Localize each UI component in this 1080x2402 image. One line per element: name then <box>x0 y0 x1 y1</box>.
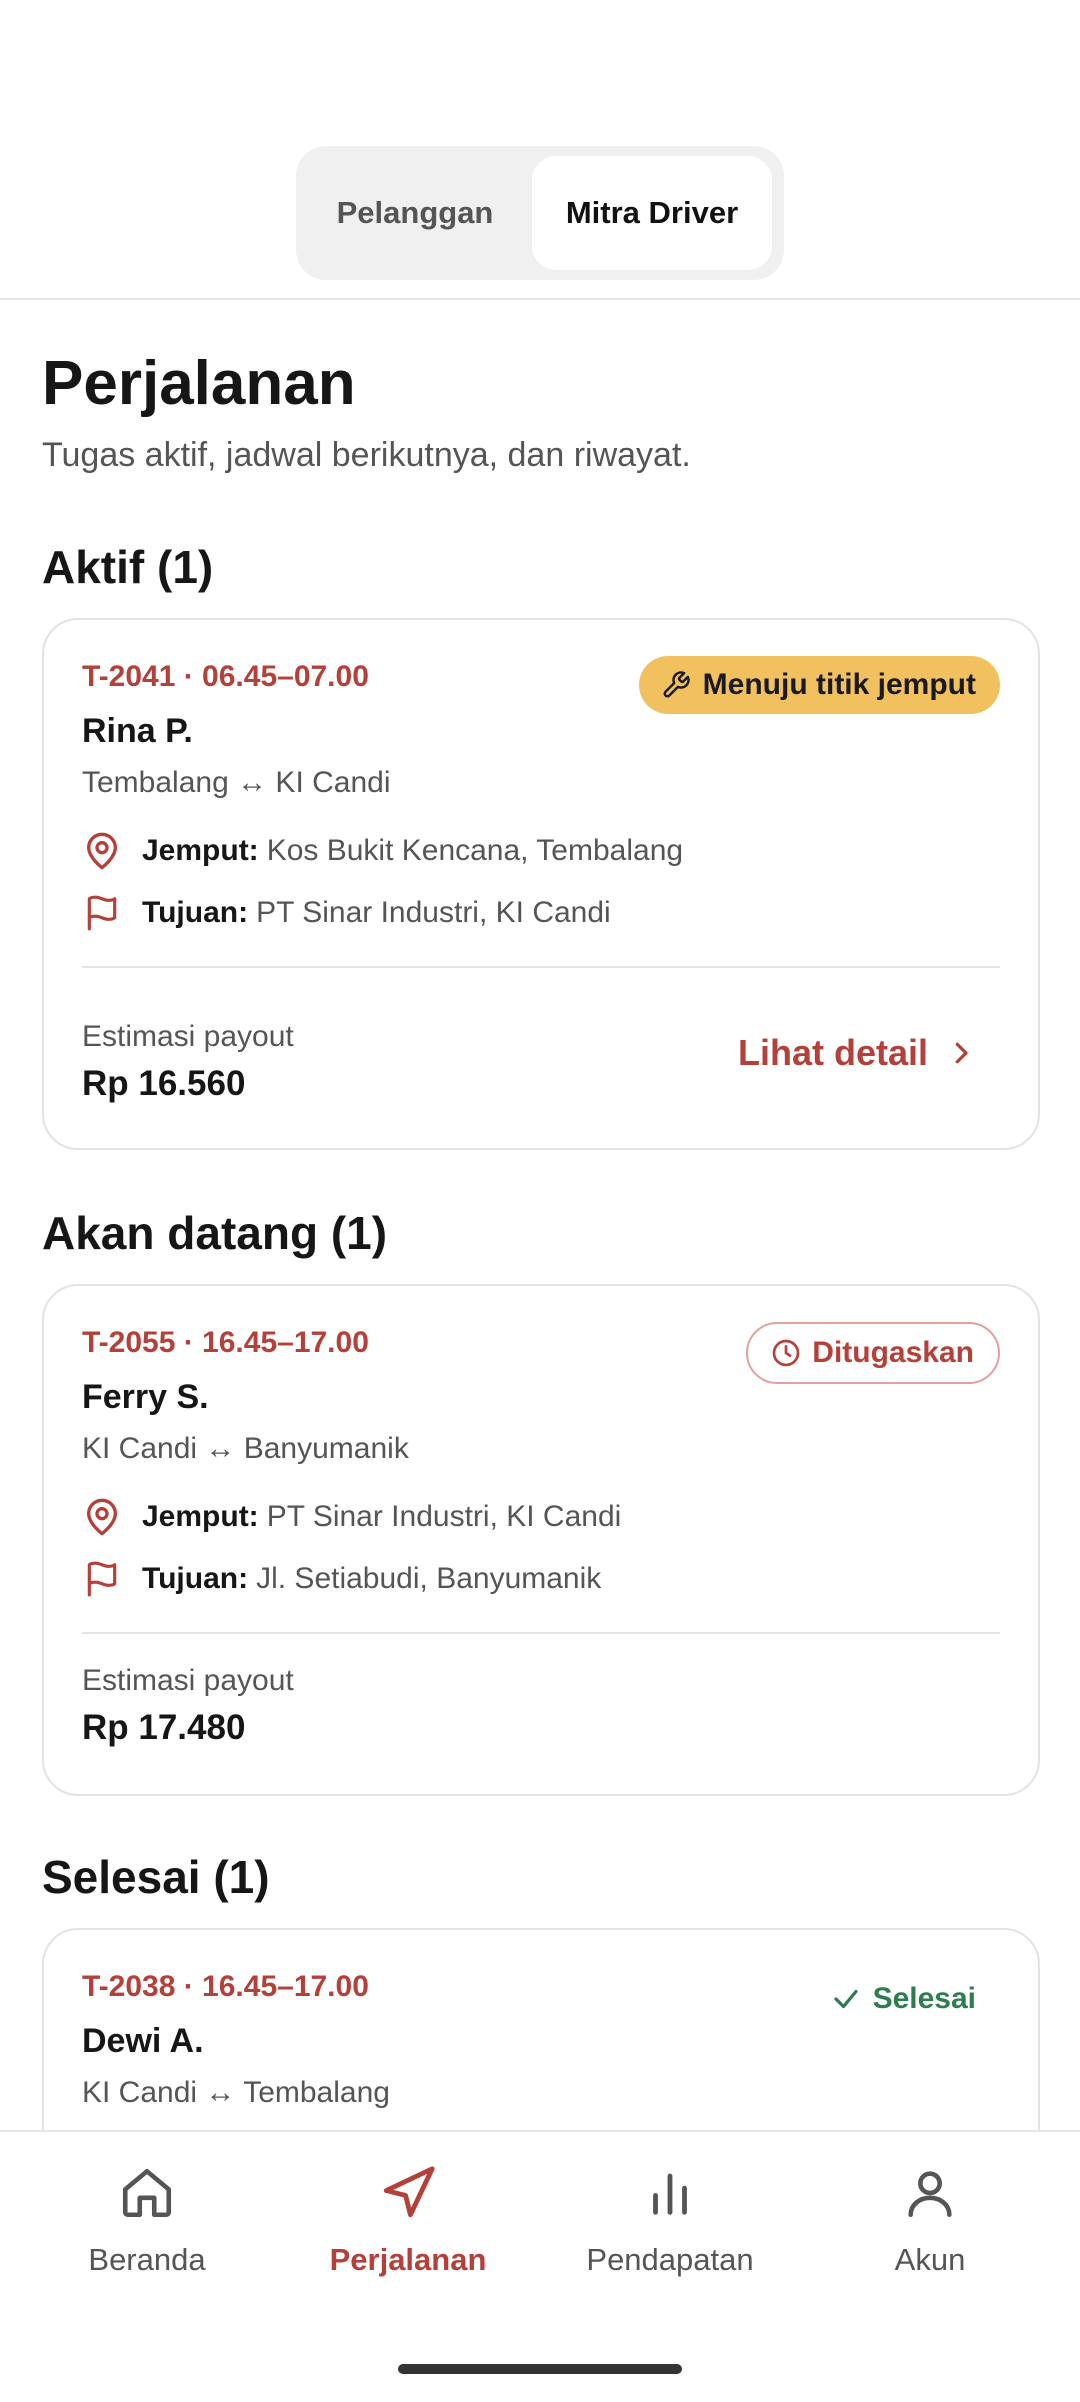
nav-item-perjalanan[interactable]: Perjalanan <box>278 2158 538 2298</box>
nav-item-pendapatan[interactable]: Pendapatan <box>540 2158 800 2298</box>
nav-item-akun[interactable]: Akun <box>800 2158 1060 2298</box>
status-badge-label: Menuju titik jemput <box>702 668 976 701</box>
trip-code: T-2041 · 06.45–07.00 <box>82 660 369 693</box>
status-badge: Ditugaskan <box>746 1322 1000 1384</box>
pickup-address: PT Sinar Industri, KI Candi <box>266 1500 622 1533</box>
upcoming-trip-card[interactable]: T-2055 · 16.45–17.00 Ditugaskan Ferry S.… <box>42 1284 1040 1796</box>
card-divider <box>82 966 1000 968</box>
segment-pelanggan[interactable]: Pelanggan <box>308 156 522 270</box>
nav-label-akun: Akun <box>894 2242 966 2277</box>
top-bar: Pelanggan Mitra Driver <box>0 0 1080 300</box>
payout-label: Estimasi payout <box>82 1664 294 1697</box>
nav-item-beranda[interactable]: Beranda <box>17 2158 277 2298</box>
segment-mitra-driver[interactable]: Mitra Driver <box>532 156 772 270</box>
card-divider <box>82 1632 1000 1634</box>
payout-value: Rp 16.560 <box>82 1064 246 1103</box>
trip-code: T-2055 · 16.45–17.00 <box>82 1326 369 1359</box>
map-pin-icon <box>82 828 122 874</box>
nav-label-beranda: Beranda <box>88 2242 206 2277</box>
trip-route: Tembalang ↔ KI Candi <box>82 766 391 799</box>
pickup-label: Jemput: <box>142 1500 259 1533</box>
view-detail-link[interactable]: Lihat detail <box>738 1032 976 1074</box>
passenger-name: Rina P. <box>82 712 193 750</box>
status-badge-label: Selesai <box>872 1982 976 2015</box>
page-title: Perjalanan <box>42 349 356 418</box>
navigation-icon <box>379 2158 437 2228</box>
chevron-right-icon <box>955 1042 968 1064</box>
destination-row: Tujuan: PT Sinar Industri, KI Candi <box>82 890 611 936</box>
trips-content[interactable]: Perjalanan Tugas aktif, jadwal berikutny… <box>0 300 1080 2130</box>
passenger-name: Dewi A. <box>82 2022 204 2060</box>
trip-route: KI Candi ↔ Tembalang <box>82 2076 390 2109</box>
bar-chart-icon <box>641 2158 699 2228</box>
section-title-active: Aktif (1) <box>42 541 214 593</box>
section-title-upcoming: Akan datang (1) <box>42 1207 388 1259</box>
done-trip-card[interactable]: T-2038 · 16.45–17.00 Selesai Dewi A. KI … <box>42 1928 1040 2130</box>
page-subtitle: Tugas aktif, jadwal berikutnya, dan riwa… <box>42 436 691 474</box>
destination-row: Tujuan: Jl. Setiabudi, Banyumanik <box>82 1556 601 1602</box>
clock-icon <box>772 1339 800 1367</box>
role-segmented-control: Pelanggan Mitra Driver <box>296 146 784 280</box>
status-badge: Selesai <box>831 1974 976 2024</box>
flag-icon <box>82 890 122 936</box>
user-icon <box>901 2158 959 2228</box>
status-badge: Menuju titik jemput <box>638 656 1000 714</box>
wrench-icon <box>663 671 690 698</box>
nav-label-perjalanan: Perjalanan <box>329 2242 487 2277</box>
section-title-done: Selesai (1) <box>42 1851 270 1903</box>
map-pin-icon <box>82 1494 122 1540</box>
home-indicator[interactable] <box>398 2364 682 2374</box>
destination-address: Jl. Setiabudi, Banyumanik <box>256 1562 602 1595</box>
pickup-row: Jemput: PT Sinar Industri, KI Candi <box>82 1494 621 1540</box>
payout-label: Estimasi payout <box>82 1020 294 1053</box>
destination-label: Tujuan: <box>142 1562 249 1595</box>
home-icon <box>118 2158 176 2228</box>
destination-label: Tujuan: <box>142 896 249 929</box>
payout-value: Rp 17.480 <box>82 1708 246 1747</box>
trip-code: T-2038 · 16.45–17.00 <box>82 1970 369 2003</box>
bottom-navigation: Beranda Perjalanan Pendapatan Akun <box>0 2130 1080 2402</box>
flag-icon <box>82 1556 122 1602</box>
view-detail-label: Lihat detail <box>737 1032 928 1073</box>
pickup-address: Kos Bukit Kencana, Tembalang <box>266 834 684 867</box>
pickup-row: Jemput: Kos Bukit Kencana, Tembalang <box>82 828 683 874</box>
trip-route: KI Candi ↔ Banyumanik <box>82 1432 409 1465</box>
status-badge-label: Ditugaskan <box>812 1336 974 1369</box>
pickup-label: Jemput: <box>142 834 259 867</box>
destination-address: PT Sinar Industri, KI Candi <box>256 896 611 929</box>
nav-label-pendapatan: Pendapatan <box>586 2242 754 2277</box>
passenger-name: Ferry S. <box>82 1378 209 1416</box>
check-icon <box>833 1989 858 2009</box>
active-trip-card[interactable]: T-2041 · 06.45–07.00 Menuju titik jemput… <box>42 618 1040 1150</box>
